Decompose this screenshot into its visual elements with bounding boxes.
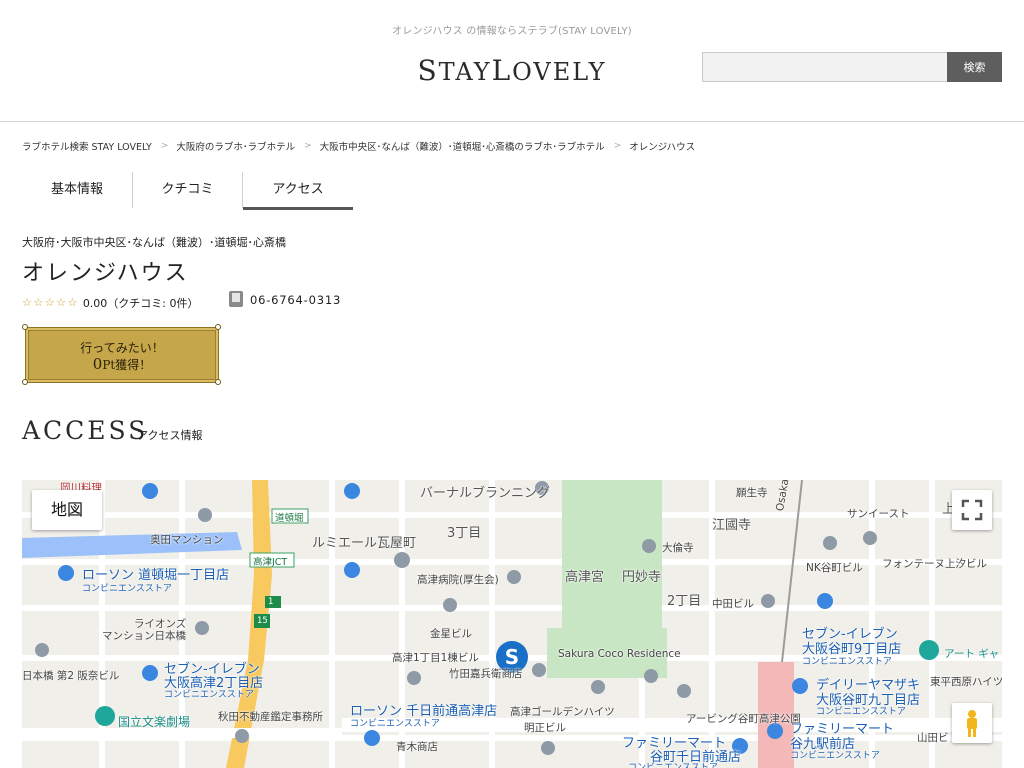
want-to-go-button[interactable]: 行ってみたい！ 0Pt獲得！ <box>22 324 222 386</box>
tab-reviews[interactable]: クチコミ <box>132 172 242 208</box>
ornament-corner <box>215 324 221 330</box>
breadcrumb-separator: > <box>613 141 622 151</box>
phone-icon <box>229 291 243 307</box>
map-label: 円妙寺 <box>622 570 662 585</box>
hotel-name: オレンジハウス <box>22 261 189 286</box>
site-header: オレンジハウス の情報ならステラブ(STAY LOVELY) STAYLOVEL… <box>0 0 1024 122</box>
map-label: 竹田嘉兵衛商店 <box>449 668 523 680</box>
breadcrumb-link-top[interactable]: ラブホテル検索 STAY LOVELY <box>22 139 152 153</box>
map-label: マンション日本橋 <box>102 630 186 642</box>
map-label: 東平西原ハイツ <box>930 676 1002 688</box>
breadcrumb-separator: > <box>304 141 312 151</box>
map-label: 山田ビ <box>917 732 949 744</box>
pegman-icon <box>967 710 977 737</box>
points-value: 0 <box>92 355 103 373</box>
map-label: 高津JCT <box>253 557 288 568</box>
map-label: ルミエール瓦屋町 <box>312 536 417 551</box>
map-label: 奥田マンション <box>150 534 224 546</box>
logo-letter: TAY <box>438 58 492 86</box>
site-logo[interactable]: STAYLOVELY <box>360 54 664 87</box>
hotel-tabs: 基本情報 クチコミ アクセス <box>22 172 354 210</box>
map-label: 中田ビル <box>712 598 754 610</box>
search-form: 検索 <box>702 52 1002 82</box>
tab-basic-info[interactable]: 基本情報 <box>22 172 132 208</box>
want-to-go-label: 行ってみたい！ <box>80 341 164 355</box>
ornament-corner <box>22 324 28 330</box>
breadcrumb-current: オレンジハウス <box>629 142 696 153</box>
breadcrumb: ラブホテル検索 STAY LOVELY > 大阪府のラブホ･ラブホテル > 大阪市中央区… <box>22 139 695 153</box>
logo-letter: S <box>417 54 439 87</box>
map-label: バーナルブランニング <box>420 486 551 501</box>
route-number: 15 <box>257 616 268 626</box>
search-button[interactable]: 検索 <box>947 52 1002 82</box>
map-label: 江國寺 <box>712 518 752 533</box>
map-label: 金星ビル <box>430 628 472 640</box>
route-number: 1 <box>268 597 274 607</box>
ornament-corner <box>22 379 28 385</box>
search-input[interactable] <box>702 52 948 82</box>
street-view-button[interactable] <box>952 703 992 743</box>
hotel-area: 大阪府･大阪市中央区･なんば（難波）･道頓堀･心斎橋 <box>22 236 286 249</box>
map-label: 秋田不動産鑑定事務所 <box>218 711 323 723</box>
map-label: 日本橋 第2 阪奈ビル <box>22 670 120 682</box>
map-label: NK谷町ビル <box>806 562 863 574</box>
map-label: コンビニエンスストア <box>628 763 718 768</box>
want-to-go-points: 0Pt獲得！ <box>22 355 222 373</box>
map-label: アービング谷町高津公園 <box>686 713 801 725</box>
access-heading: ACCESS <box>22 416 149 445</box>
map-label: 国立文楽劇場 <box>118 715 191 729</box>
map-label: 明正ビル <box>524 722 566 734</box>
rating-stars: ☆☆☆☆☆ <box>22 296 79 309</box>
map-label: コンビニエンスストア <box>350 719 440 729</box>
map-label: コンビニエンスストア <box>164 690 254 700</box>
logo-letter: L <box>491 54 513 87</box>
map-label: 青木商店 <box>396 741 438 753</box>
ornament-corner <box>215 379 221 385</box>
map-label: コンビニエンスストア <box>802 657 892 667</box>
fullscreen-icon <box>961 499 983 521</box>
map-label: 高津宮 <box>565 570 605 585</box>
breadcrumb-link-prefecture[interactable]: 大阪府のラブホ･ラブホテル <box>176 139 295 153</box>
map-label: フォンテーヌ上汐ビル <box>882 558 987 570</box>
map-label: サンイースト <box>847 508 910 520</box>
points-unit: Pt <box>102 358 116 372</box>
map-label: アート ギャ <box>944 648 1000 660</box>
map-label: コンビニエンスストア <box>816 707 906 717</box>
map-label: 願生寺 <box>736 487 768 499</box>
tab-access[interactable]: アクセス <box>242 172 353 210</box>
map-label: 高津病院(厚生会) <box>417 574 499 586</box>
map-label: コンビニエンスストア <box>82 584 172 594</box>
map-label: 道頓堀 <box>275 513 304 524</box>
map-label: 高津1丁目1棟ビル <box>392 652 479 664</box>
breadcrumb-link-area[interactable]: 大阪市中央区･なんば（難波）･道頓堀･心斎橋のラブホ･ラブホテル <box>320 139 605 153</box>
map-label: Sakura Coco Residence <box>558 648 681 660</box>
fullscreen-button[interactable] <box>952 490 992 530</box>
points-suffix: 獲得！ <box>115 358 152 372</box>
rating-text: 0.00（クチコミ: 0件） <box>82 296 199 310</box>
map-label: 3丁目 <box>447 526 482 541</box>
breadcrumb-separator: > <box>160 141 169 151</box>
logo-letter: OVELY <box>512 58 607 86</box>
google-map[interactable]: S 岡川料理 バーナルブランニング 願生寺 Osaka Izumi サンイースト… <box>22 480 1002 768</box>
rating-row: ☆☆☆☆☆ 0.00（クチコミ: 0件） 06-6764-0313 <box>22 291 340 310</box>
map-label: コンビニエンスストア <box>790 751 880 761</box>
map-type-button[interactable]: 地図 <box>32 490 102 530</box>
map-label: 2丁目 <box>667 594 702 609</box>
phone-number[interactable]: 06-6764-0313 <box>250 293 341 307</box>
map-label: 高津ゴールデンハイツ <box>510 706 615 718</box>
access-subheading: アクセス情報 <box>137 429 203 442</box>
map-label: 大倫寺 <box>662 542 694 554</box>
site-tagline: オレンジハウス の情報ならステラブ(STAY LOVELY) <box>392 26 632 37</box>
